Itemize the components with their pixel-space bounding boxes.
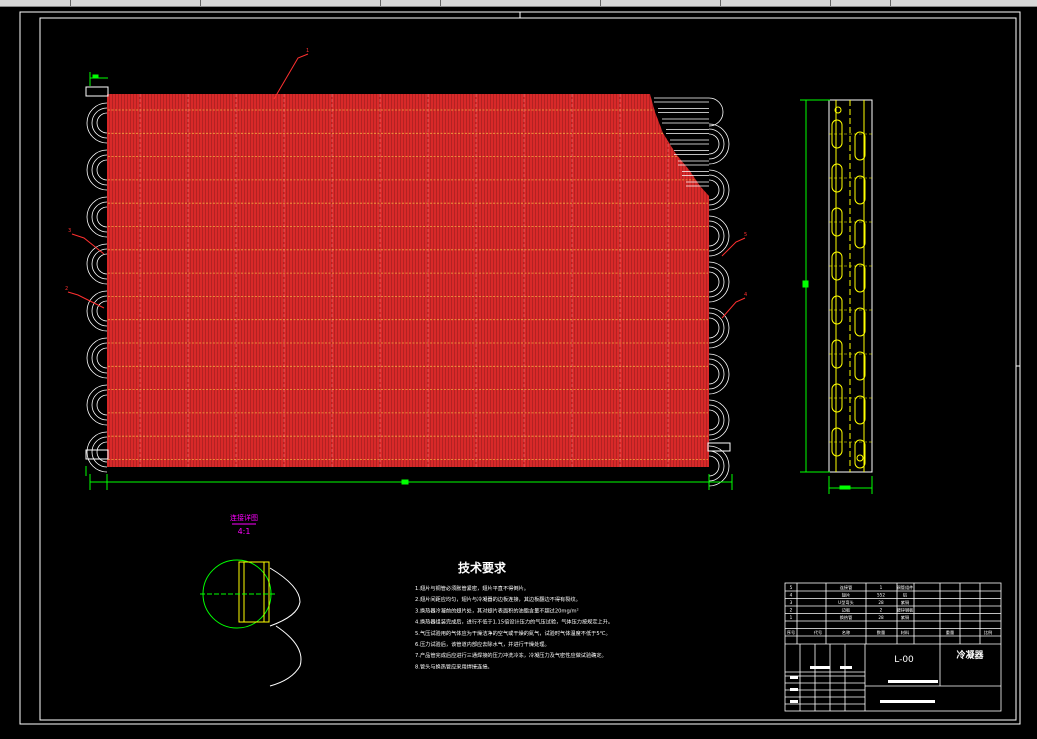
left-bend-arc — [96, 159, 108, 181]
note-item: 5.气压试验用的气体应为干燥洁净的空气或干燥的氮气，试验时气体温度不低于5℃。 — [415, 629, 611, 637]
header-stub-bottom-right — [707, 442, 731, 452]
right-bend-arc — [708, 363, 720, 385]
callout-1: 1 — [306, 48, 309, 54]
front-view: 1 3 2 5 4 — [65, 48, 747, 490]
title-block-cell: 紫铜 — [901, 599, 909, 606]
left-return-bends — [86, 102, 108, 473]
title-block-header: 比例 — [984, 629, 992, 636]
title-block-header: 名称 — [842, 629, 850, 636]
title-block — [784, 582, 1002, 712]
drawing-name: 冷凝器 — [956, 649, 984, 661]
left-bend-arc — [91, 201, 108, 233]
right-bend-arc — [708, 312, 725, 344]
left-bend-arc — [91, 389, 108, 421]
left-bend-arc — [96, 112, 108, 134]
drawing-number: L-00 — [894, 655, 914, 665]
title-block-cell: 2 — [790, 608, 793, 613]
detail-title: 连接详图 — [230, 513, 258, 522]
title-block-cell: 1 — [880, 585, 883, 590]
note-item: 6.压力试验后，该管道内部应去除水气，并进行干燥处理。 — [415, 640, 550, 648]
title-block-text: L-00 冷凝器 5 连接管 1 铜管组件 4 翅片 552 铝 3 U型弯头 28 紫铜 2 边板 2 镀锌… — [787, 584, 992, 665]
title-block-cell: 边板 — [842, 607, 851, 614]
right-bend-arc — [708, 404, 725, 436]
left-bend-arc — [96, 206, 108, 228]
right-bend-arc — [708, 174, 725, 206]
left-bend-arc — [91, 107, 108, 139]
left-bend-arc — [96, 394, 108, 416]
title-block-cell: 28 — [878, 615, 884, 620]
title-block-header: 代号 — [814, 629, 822, 636]
left-bend-arc — [96, 347, 108, 369]
right-bend-arc — [708, 220, 725, 252]
right-bend-arc — [708, 266, 725, 298]
title-block-cell: 2 — [880, 608, 883, 613]
right-bend-arc — [708, 133, 720, 155]
inlet-stub-top-left — [85, 86, 109, 97]
right-bend-arc — [708, 455, 720, 477]
left-bend-arc — [91, 436, 108, 468]
right-bend-arc — [708, 271, 720, 293]
title-block-header: 数量 — [877, 629, 885, 636]
callout-3: 3 — [68, 228, 71, 234]
title-block-cell: 铜管组件 — [897, 584, 914, 591]
title-block-cell: 连接管 — [840, 584, 853, 591]
left-bend-arc — [91, 295, 108, 327]
note-item: 4.换热器组装完成后，进行不低于1.15倍设计压力的气压试验，气体压力按规定上升… — [415, 618, 613, 626]
side-hole — [856, 454, 864, 462]
note-item: 8.管头与换热管应采用焊接连接。 — [415, 662, 493, 670]
notes-heading: 技术要求 — [458, 560, 507, 575]
callout-2: 2 — [65, 286, 68, 292]
callout-4: 4 — [744, 292, 747, 298]
title-block-cell: 紫铜 — [901, 614, 909, 621]
title-block-cell: 镀锌钢板 — [897, 607, 915, 614]
right-bend-arc — [708, 128, 725, 160]
right-bend-arc — [708, 317, 720, 339]
right-bend-arc — [708, 179, 720, 201]
left-bend-arc — [91, 248, 108, 280]
note-item: 7.产品管完成后应进行三通焊接的压力冲洗冷冻，冷凝压力及气密性应做试验确定。 — [415, 651, 607, 659]
title-block-cell: 换热管 — [840, 614, 853, 621]
note-item: 2.翅片间距应均匀，翅片与冷凝器的边板连接，其边板翻边不得有裂纹。 — [415, 595, 581, 603]
title-block-cell: 552 — [877, 593, 885, 598]
drawing-canvas[interactable]: 1 3 2 5 4 连接详图 4:1 技术要求 1.翅片与铜管必须胀管紧密，翅片… — [0, 6, 1037, 735]
right-bend-arc — [708, 97, 724, 127]
title-block-cell: 翅片 — [842, 592, 850, 599]
technical-requirements: 技术要求 1.翅片与铜管必须胀管紧密，翅片平直不得倒片。 2.翅片间距应均匀，翅片… — [415, 560, 613, 670]
left-bend-arc — [96, 253, 108, 275]
right-bend-arc — [708, 450, 725, 482]
detail-scale: 4:1 — [238, 527, 251, 536]
detail-bend-lower — [269, 625, 302, 687]
title-block-cell: U型弯头 — [838, 599, 854, 606]
title-block-cell: 铝 — [903, 592, 907, 599]
title-block-fills — [790, 666, 938, 703]
detail-view: 连接详图 4:1 — [200, 513, 302, 687]
right-bend-arc — [708, 225, 720, 247]
side-tube-slots — [829, 106, 872, 469]
title-block-header: 序号 — [787, 629, 795, 636]
right-return-bends — [708, 97, 730, 487]
right-bend-arc — [708, 358, 725, 390]
condenser-drawing: 1 3 2 5 4 连接详图 4:1 技术要求 1.翅片与铜管必须胀管紧密，翅片… — [19, 11, 1021, 725]
note-item: 3.换热器冷凝前的翅片处，其对翅片表面积的油脂含量不超过20mg/m² — [415, 606, 579, 614]
title-block-cell: 1 — [790, 615, 793, 620]
title-block-header: 重量 — [946, 629, 954, 636]
note-item: 1.翅片与铜管必须胀管紧密，翅片平直不得倒片。 — [415, 584, 529, 592]
detail-bend-upper — [269, 567, 301, 627]
title-block-header: 材料 — [901, 629, 910, 636]
right-bend-arc — [708, 409, 720, 431]
left-bend-arc — [96, 300, 108, 322]
left-bend-arc — [91, 342, 108, 374]
side-view — [800, 99, 873, 494]
title-block-cell: 4 — [790, 593, 793, 598]
fin-lines — [107, 94, 709, 467]
title-block-cell: 3 — [790, 600, 793, 605]
left-bend-arc — [91, 154, 108, 186]
callout-5: 5 — [744, 232, 747, 238]
notes-list: 1.翅片与铜管必须胀管紧密，翅片平直不得倒片。 2.翅片间距应均匀，翅片与冷凝器的… — [415, 584, 613, 670]
title-block-cell: 5 — [790, 585, 793, 590]
title-block-cell: 28 — [878, 600, 884, 605]
